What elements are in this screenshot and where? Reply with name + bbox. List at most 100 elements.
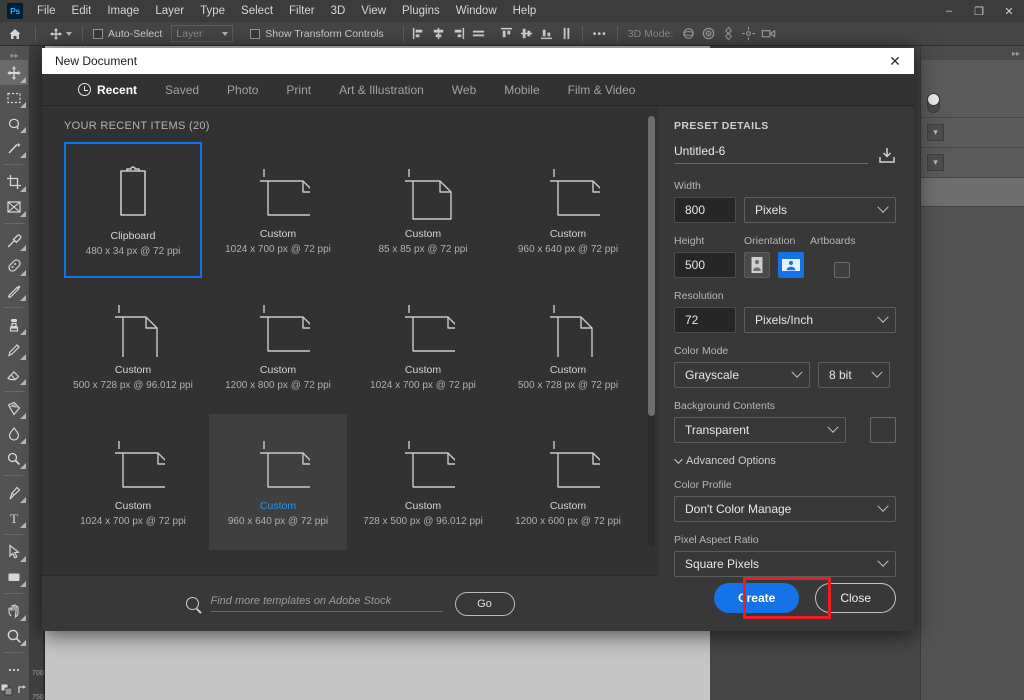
recent-item-card[interactable]: Custom 1024 x 700 px @ 72 ppi xyxy=(354,278,492,414)
align-center-h-icon[interactable] xyxy=(429,24,449,44)
advanced-options-toggle[interactable]: Advanced Options xyxy=(674,455,896,467)
crop-tool[interactable] xyxy=(0,169,28,194)
panel-row-toggle[interactable] xyxy=(921,88,1024,118)
dodge-tool[interactable] xyxy=(0,446,28,471)
menu-item-type[interactable]: Type xyxy=(192,0,233,22)
menu-item-window[interactable]: Window xyxy=(448,0,505,22)
landscape-orientation-icon[interactable] xyxy=(778,252,804,278)
go-button[interactable]: Go xyxy=(454,591,515,616)
3d-camera-icon[interactable] xyxy=(758,24,778,44)
recent-item-card[interactable]: Custom 1200 x 800 px @ 72 ppi xyxy=(209,278,347,414)
tab-saved[interactable]: Saved xyxy=(151,74,213,106)
move-tool[interactable] xyxy=(0,60,28,85)
zoom-tool[interactable] xyxy=(0,623,28,648)
recents-scrollbar[interactable] xyxy=(648,116,655,546)
rectangle-tool[interactable] xyxy=(0,564,28,589)
align-top-icon[interactable] xyxy=(497,24,517,44)
chevron-down-icon[interactable]: ▾ xyxy=(927,124,944,141)
restore-button[interactable]: ❐ xyxy=(964,0,994,22)
recent-item-card[interactable]: Custom 1200 x 600 px @ 72 ppi xyxy=(499,414,637,550)
toggle-track[interactable] xyxy=(927,92,940,113)
recent-item-card[interactable]: Custom 1024 x 700 px @ 72 ppi xyxy=(209,142,347,278)
document-name-input[interactable]: Untitled-6 xyxy=(674,144,868,164)
menu-item-plugins[interactable]: Plugins xyxy=(394,0,448,22)
menu-item-select[interactable]: Select xyxy=(233,0,281,22)
menu-item-view[interactable]: View xyxy=(353,0,394,22)
align-bottom-icon[interactable] xyxy=(537,24,557,44)
height-input[interactable]: 500 xyxy=(674,252,736,278)
eyedropper-tool[interactable] xyxy=(0,228,28,253)
width-input[interactable]: 800 xyxy=(674,197,736,223)
toolbar-drag-handle[interactable]: ▸▸ xyxy=(0,50,29,60)
pixel-aspect-ratio-dropdown[interactable]: Square Pixels xyxy=(674,551,896,577)
align-middle-v-icon[interactable] xyxy=(517,24,537,44)
chevron-down-icon[interactable]: ▾ xyxy=(927,154,944,171)
healing-brush-tool[interactable] xyxy=(0,253,28,278)
menu-item-file[interactable]: File xyxy=(29,0,64,22)
resolution-unit-dropdown[interactable]: Pixels/Inch xyxy=(744,307,896,333)
tab-mobile[interactable]: Mobile xyxy=(490,74,553,106)
tab-recent[interactable]: Recent xyxy=(64,74,151,106)
tab-print[interactable]: Print xyxy=(272,74,325,106)
3d-roll-icon[interactable] xyxy=(698,24,718,44)
menu-item-help[interactable]: Help xyxy=(505,0,545,22)
recent-item-card[interactable]: Custom 85 x 85 px @ 72 ppi xyxy=(354,142,492,278)
gradient-tool[interactable] xyxy=(0,396,28,421)
home-button[interactable] xyxy=(0,22,30,46)
close-button[interactable]: Close xyxy=(815,583,896,613)
recent-item-card[interactable]: Custom 728 x 500 px @ 96.012 ppi xyxy=(354,414,492,550)
tab-art-illustration[interactable]: Art & Illustration xyxy=(325,74,438,106)
menu-item-3d[interactable]: 3D xyxy=(323,0,354,22)
show-transform-checkbox[interactable]: Show Transform Controls xyxy=(245,22,388,46)
hand-tool[interactable] xyxy=(0,598,28,623)
eraser-tool[interactable] xyxy=(0,362,28,387)
brush-tool[interactable] xyxy=(0,278,28,303)
frame-tool[interactable] xyxy=(0,194,28,219)
align-right-icon[interactable] xyxy=(449,24,469,44)
menu-item-image[interactable]: Image xyxy=(99,0,147,22)
save-preset-icon[interactable] xyxy=(878,146,896,164)
portrait-orientation-icon[interactable] xyxy=(744,252,770,278)
background-contents-dropdown[interactable]: Transparent xyxy=(674,417,846,443)
3d-orbit-icon[interactable] xyxy=(678,24,698,44)
3d-slide-icon[interactable] xyxy=(738,24,758,44)
background-color-swatch[interactable] xyxy=(870,417,896,443)
default-colors-icon[interactable] xyxy=(0,683,13,699)
panel-layer-row[interactable] xyxy=(921,178,1024,206)
panel-row-dropdown[interactable]: ▾ xyxy=(921,148,1024,178)
menu-item-filter[interactable]: Filter xyxy=(281,0,323,22)
magic-wand-tool[interactable] xyxy=(0,135,28,160)
auto-select-checkbox[interactable]: Auto-Select xyxy=(88,22,167,46)
blur-tool[interactable] xyxy=(0,421,28,446)
stock-search-input[interactable]: Find more templates on Adobe Stock xyxy=(210,595,443,612)
tab-photo[interactable]: Photo xyxy=(213,74,272,106)
minimize-button[interactable]: ‒ xyxy=(934,0,964,22)
more-options-button[interactable]: ••• xyxy=(588,22,612,46)
close-icon[interactable]: ✕ xyxy=(884,53,906,70)
distribute-h-icon[interactable] xyxy=(469,24,489,44)
menu-item-layer[interactable]: Layer xyxy=(147,0,192,22)
tab-web[interactable]: Web xyxy=(438,74,490,106)
lasso-tool[interactable] xyxy=(0,110,28,135)
layer-scope-dropdown[interactable]: Layer xyxy=(171,25,234,42)
artboards-checkbox[interactable] xyxy=(834,262,850,278)
history-brush-tool[interactable] xyxy=(0,337,28,362)
close-window-button[interactable]: ✕ xyxy=(994,0,1024,22)
recent-item-card[interactable]: Clipboard 480 x 34 px @ 72 ppi xyxy=(64,142,202,278)
align-left-icon[interactable] xyxy=(409,24,429,44)
recent-item-card[interactable]: Custom 500 x 728 px @ 96.012 ppi xyxy=(64,278,202,414)
bit-depth-dropdown[interactable]: 8 bit xyxy=(818,362,890,388)
recent-item-card[interactable]: Custom 960 x 640 px @ 72 ppi xyxy=(209,414,347,550)
color-profile-dropdown[interactable]: Don't Color Manage xyxy=(674,496,896,522)
clone-stamp-tool[interactable] xyxy=(0,312,28,337)
type-tool[interactable]: T xyxy=(0,505,28,530)
panel-row-dropdown[interactable]: ▾ xyxy=(921,118,1024,148)
tab-film-video[interactable]: Film & Video xyxy=(554,74,650,106)
swap-colors-icon[interactable] xyxy=(17,684,29,699)
create-button[interactable]: Create xyxy=(713,583,800,613)
pen-tool[interactable] xyxy=(0,480,28,505)
3d-pan-icon[interactable] xyxy=(718,24,738,44)
scrollbar-thumb[interactable] xyxy=(648,116,655,416)
width-unit-dropdown[interactable]: Pixels xyxy=(744,197,896,223)
path-selection-tool[interactable] xyxy=(0,539,28,564)
